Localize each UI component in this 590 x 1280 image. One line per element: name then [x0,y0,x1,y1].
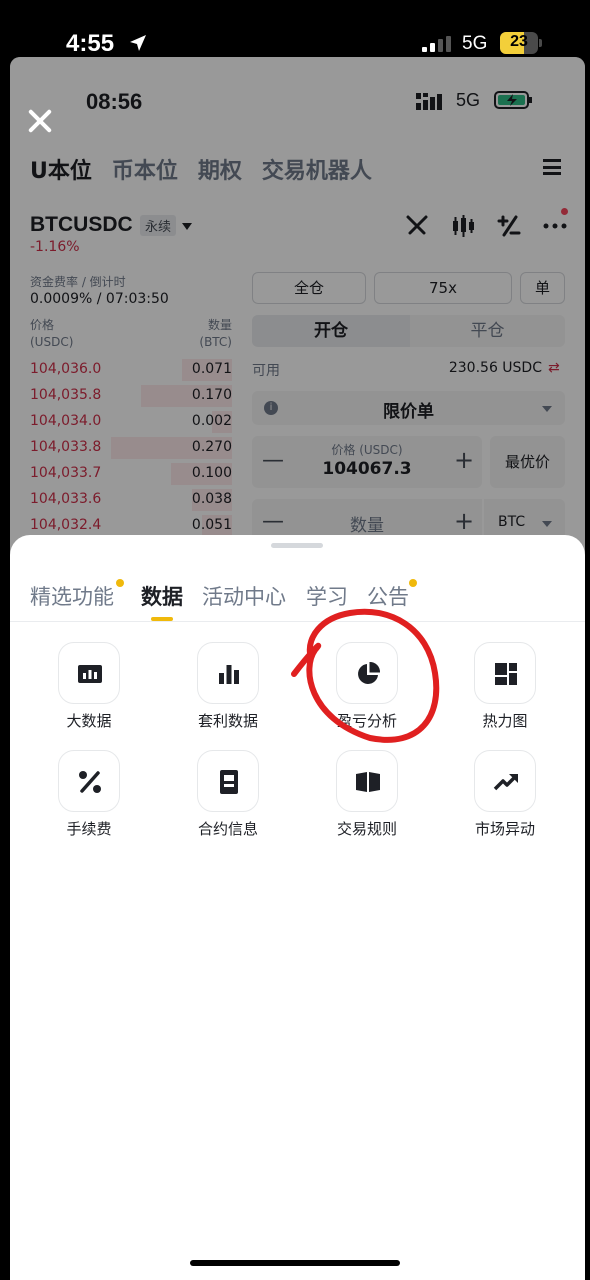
close-icon[interactable] [26,107,54,135]
heatmap-icon [495,663,517,685]
tool-label: 套利数据 [197,712,258,730]
tool-label: 大数据 [66,712,112,730]
tab-featured[interactable]: 精选功能 [30,579,124,611]
device-status-bar: 4:55 5G 23 [0,0,590,60]
signal-bars-icon [422,36,451,52]
tool-big-data[interactable]: 大数据 [34,642,144,742]
tool-market-movers[interactable]: 市场异动 [450,750,560,850]
big-data-icon [78,665,102,683]
tab-featured-dot [116,579,124,587]
annotation-circle [291,608,440,743]
tool-contract-info[interactable]: 合约信息 [173,750,283,850]
tool-label: 交易规则 [336,820,397,838]
status-time: 4:55 [66,30,115,57]
tool-fees[interactable]: 手续费 [34,750,144,850]
tab-activity-center[interactable]: 活动中心 [202,581,286,611]
bar-chart-icon [219,665,239,684]
tab-data[interactable]: 数据 [141,581,183,611]
tool-heatmap[interactable]: 热力图 [450,642,560,742]
contract-info-icon [220,770,238,794]
home-indicator [190,1260,400,1266]
percent-icon [79,771,101,793]
sheet-grabber[interactable] [271,543,323,548]
battery-level: 23 [510,33,528,50]
network-type: 5G [462,33,488,54]
battery-icon: 23 [500,32,542,54]
tool-label: 热力图 [482,712,528,730]
tab-announcements-dot [409,579,417,587]
book-icon [356,772,380,792]
location-arrow-icon [130,35,146,51]
tool-label: 合约信息 [197,820,258,838]
tool-arbitrage-data[interactable]: 套利数据 [173,642,283,742]
tool-label: 手续费 [66,820,112,838]
tool-trading-rules[interactable]: 交易规则 [312,750,422,850]
trend-up-icon [493,774,518,791]
tool-label: 市场异动 [474,820,535,838]
